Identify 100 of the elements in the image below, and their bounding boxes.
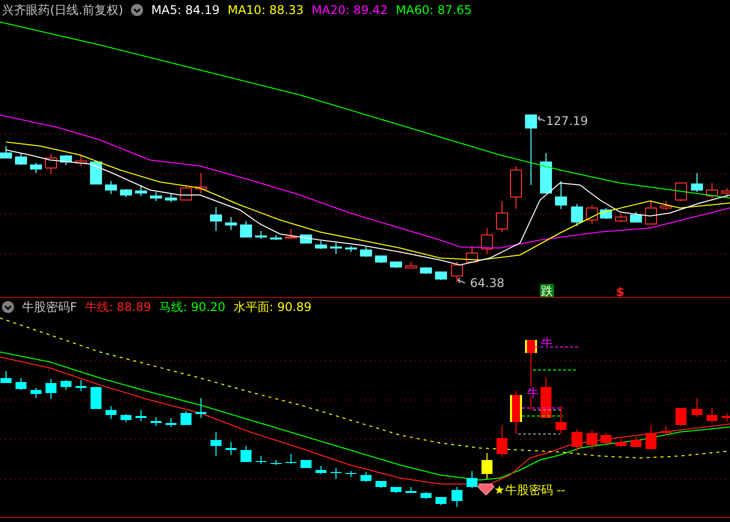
candlestick [46, 378, 56, 400]
indicator-value: 水平面: 90.89 [233, 298, 312, 316]
candlestick [60, 154, 72, 166]
chevron-down-icon[interactable] [2, 301, 14, 313]
chart-title: 兴齐眼药(日线.前复权) [2, 2, 124, 18]
candlestick [540, 152, 552, 194]
candlestick [600, 432, 612, 444]
candlestick [166, 418, 176, 428]
candlestick [45, 154, 57, 174]
candlestick [452, 486, 462, 508]
candlestick [375, 256, 387, 264]
candlestick [226, 442, 236, 456]
candlestick [706, 408, 718, 424]
candlestick [346, 470, 356, 478]
indicator-value: 马线: 90.20 [159, 298, 226, 316]
candlestick [315, 240, 327, 250]
candlestick [540, 378, 552, 418]
candlestick [120, 414, 132, 422]
signal-label: ★牛股密码 -- [494, 483, 566, 497]
candlestick [630, 212, 642, 222]
candlestick [135, 184, 147, 196]
candlestick [330, 242, 342, 254]
candlestick [466, 246, 478, 264]
candlestick [180, 410, 192, 426]
candlestick [586, 204, 598, 224]
dollar-signal: $ [616, 285, 624, 298]
candlestick [482, 452, 492, 480]
candlestick [586, 430, 598, 450]
candlestick [210, 206, 222, 232]
gem-icon [477, 484, 495, 496]
candlestick [555, 180, 567, 210]
candlestick [30, 162, 42, 174]
indicator-value: MA60: 87.65 [396, 3, 472, 17]
candlestick [676, 408, 686, 426]
indicator-value: MA10: 88.33 [228, 3, 304, 17]
candlestick [150, 416, 162, 426]
candlestick [451, 262, 463, 282]
candlestick [210, 432, 222, 456]
candlestick [16, 378, 26, 390]
candlestick [195, 172, 207, 194]
candlestick [255, 230, 267, 240]
candlestick [30, 388, 42, 398]
candlestick [390, 262, 402, 268]
candlestick [136, 410, 146, 422]
candlestick [0, 370, 12, 384]
candlestick [556, 406, 566, 434]
candlestick [15, 152, 27, 166]
candlestick [225, 216, 237, 230]
candlestick [660, 426, 672, 436]
indicator-value: 牛线: 88.89 [84, 298, 152, 316]
chevron-down-icon[interactable] [131, 4, 144, 16]
candlestick [420, 492, 432, 500]
candlestick [691, 172, 703, 192]
candlestick [646, 424, 656, 450]
candlestick [345, 246, 357, 252]
candlestick [600, 208, 612, 220]
candlestick [76, 380, 86, 392]
candlestick [316, 466, 326, 474]
candlestick [645, 200, 657, 224]
candlestick [0, 146, 12, 158]
candlestick [376, 480, 386, 488]
indicator-title: 牛股密码F [22, 298, 77, 316]
candlestick [436, 496, 446, 506]
indicator-value: MA5: 84.19 [151, 3, 220, 17]
candlestick [196, 398, 206, 418]
candlestick [90, 162, 102, 184]
candlestick [270, 234, 282, 240]
indicator-value: MA20: 89.42 [312, 3, 388, 17]
bull-signal-mark: 牛 [541, 336, 553, 350]
candlestick [675, 182, 687, 202]
candlestick [105, 180, 117, 194]
candlestick [106, 406, 116, 420]
signal-level-line [534, 346, 578, 348]
arrow-icon [538, 116, 546, 122]
candlestick [525, 114, 537, 186]
candlestick [571, 204, 583, 226]
candlestick [240, 220, 252, 238]
arrow-icon [458, 278, 466, 284]
candlestick [660, 200, 672, 210]
candlestick [150, 192, 162, 202]
candlestick [615, 214, 627, 222]
candlestick [285, 228, 297, 240]
candlestick [706, 182, 718, 198]
candlestick [481, 228, 493, 254]
candlestick [90, 386, 102, 410]
low-price-label: 64.38 [470, 276, 504, 290]
candlestick [722, 412, 730, 422]
candlestick [240, 446, 252, 462]
candlestick [75, 154, 87, 166]
candlestick [510, 390, 522, 434]
candlestick [180, 186, 192, 200]
high-price-label: 127.19 [546, 114, 588, 128]
fall-signal-badge: 跌 [540, 284, 554, 298]
candlestick [406, 486, 416, 494]
candlestick [510, 166, 522, 210]
candlestick [300, 460, 312, 468]
candlestick [270, 460, 282, 466]
candlestick [572, 428, 582, 452]
candlestick [390, 486, 402, 494]
candlestick [405, 262, 417, 268]
